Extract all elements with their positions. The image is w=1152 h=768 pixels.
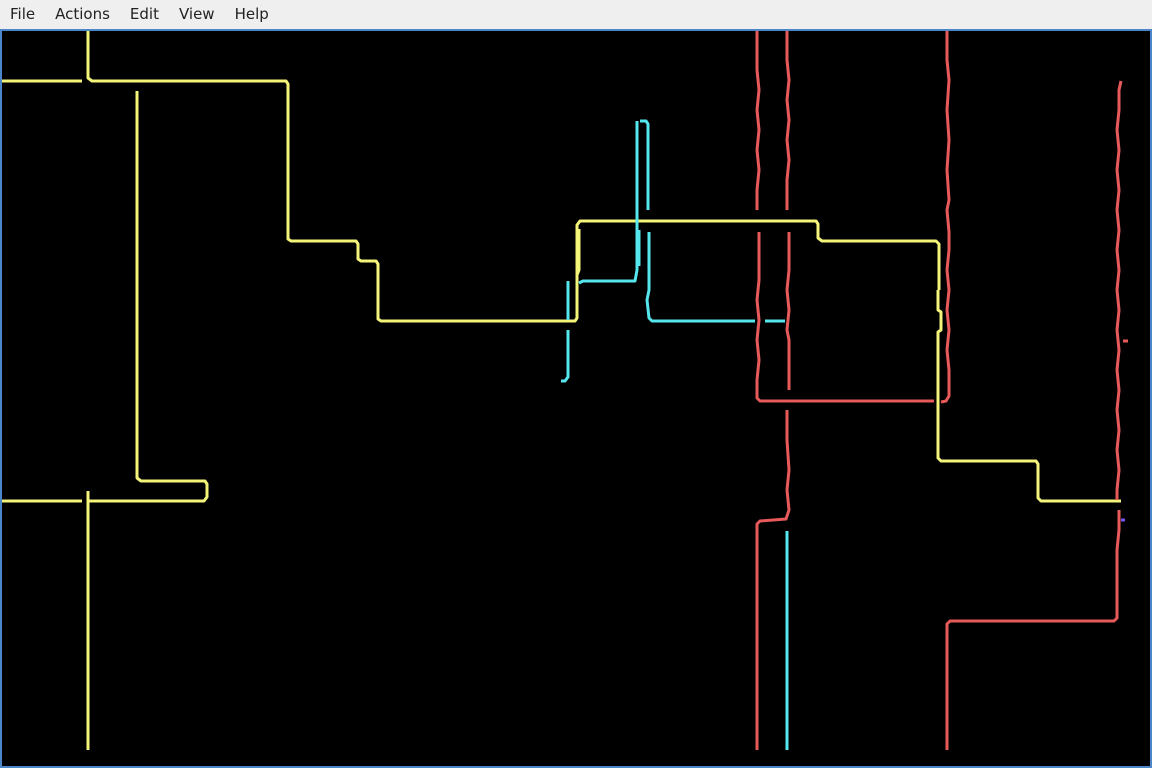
menu-actions[interactable]: Actions — [45, 0, 120, 29]
red-trace-6 — [940, 31, 951, 404]
red-trace-1 — [755, 31, 761, 210]
cyan-trace-6 — [561, 330, 570, 383]
menu-edit[interactable]: Edit — [120, 0, 169, 29]
red-trace-2 — [755, 232, 934, 403]
drawing-canvas[interactable] — [0, 29, 1152, 768]
menu-file[interactable]: File — [0, 0, 45, 29]
menu-help[interactable]: Help — [225, 0, 279, 29]
menu-bar: File Actions Edit View Help — [0, 0, 1152, 29]
menu-view[interactable]: View — [169, 0, 225, 29]
red-trace-5 — [755, 410, 791, 750]
red-trace-7 — [1115, 80, 1123, 500]
red-trace-4 — [785, 232, 791, 390]
red-trace-8 — [945, 510, 1121, 750]
yellow-trace-2 — [86, 31, 941, 323]
yellow-trace-3 — [88, 91, 209, 503]
red-trace-3 — [785, 31, 791, 210]
routing-drawing[interactable] — [2, 31, 1150, 766]
cyan-trace-2 — [640, 119, 650, 210]
yellow-trace-7 — [936, 290, 1121, 503]
cyan-trace-1 — [578, 121, 639, 285]
cyan-trace-3 — [645, 232, 755, 323]
